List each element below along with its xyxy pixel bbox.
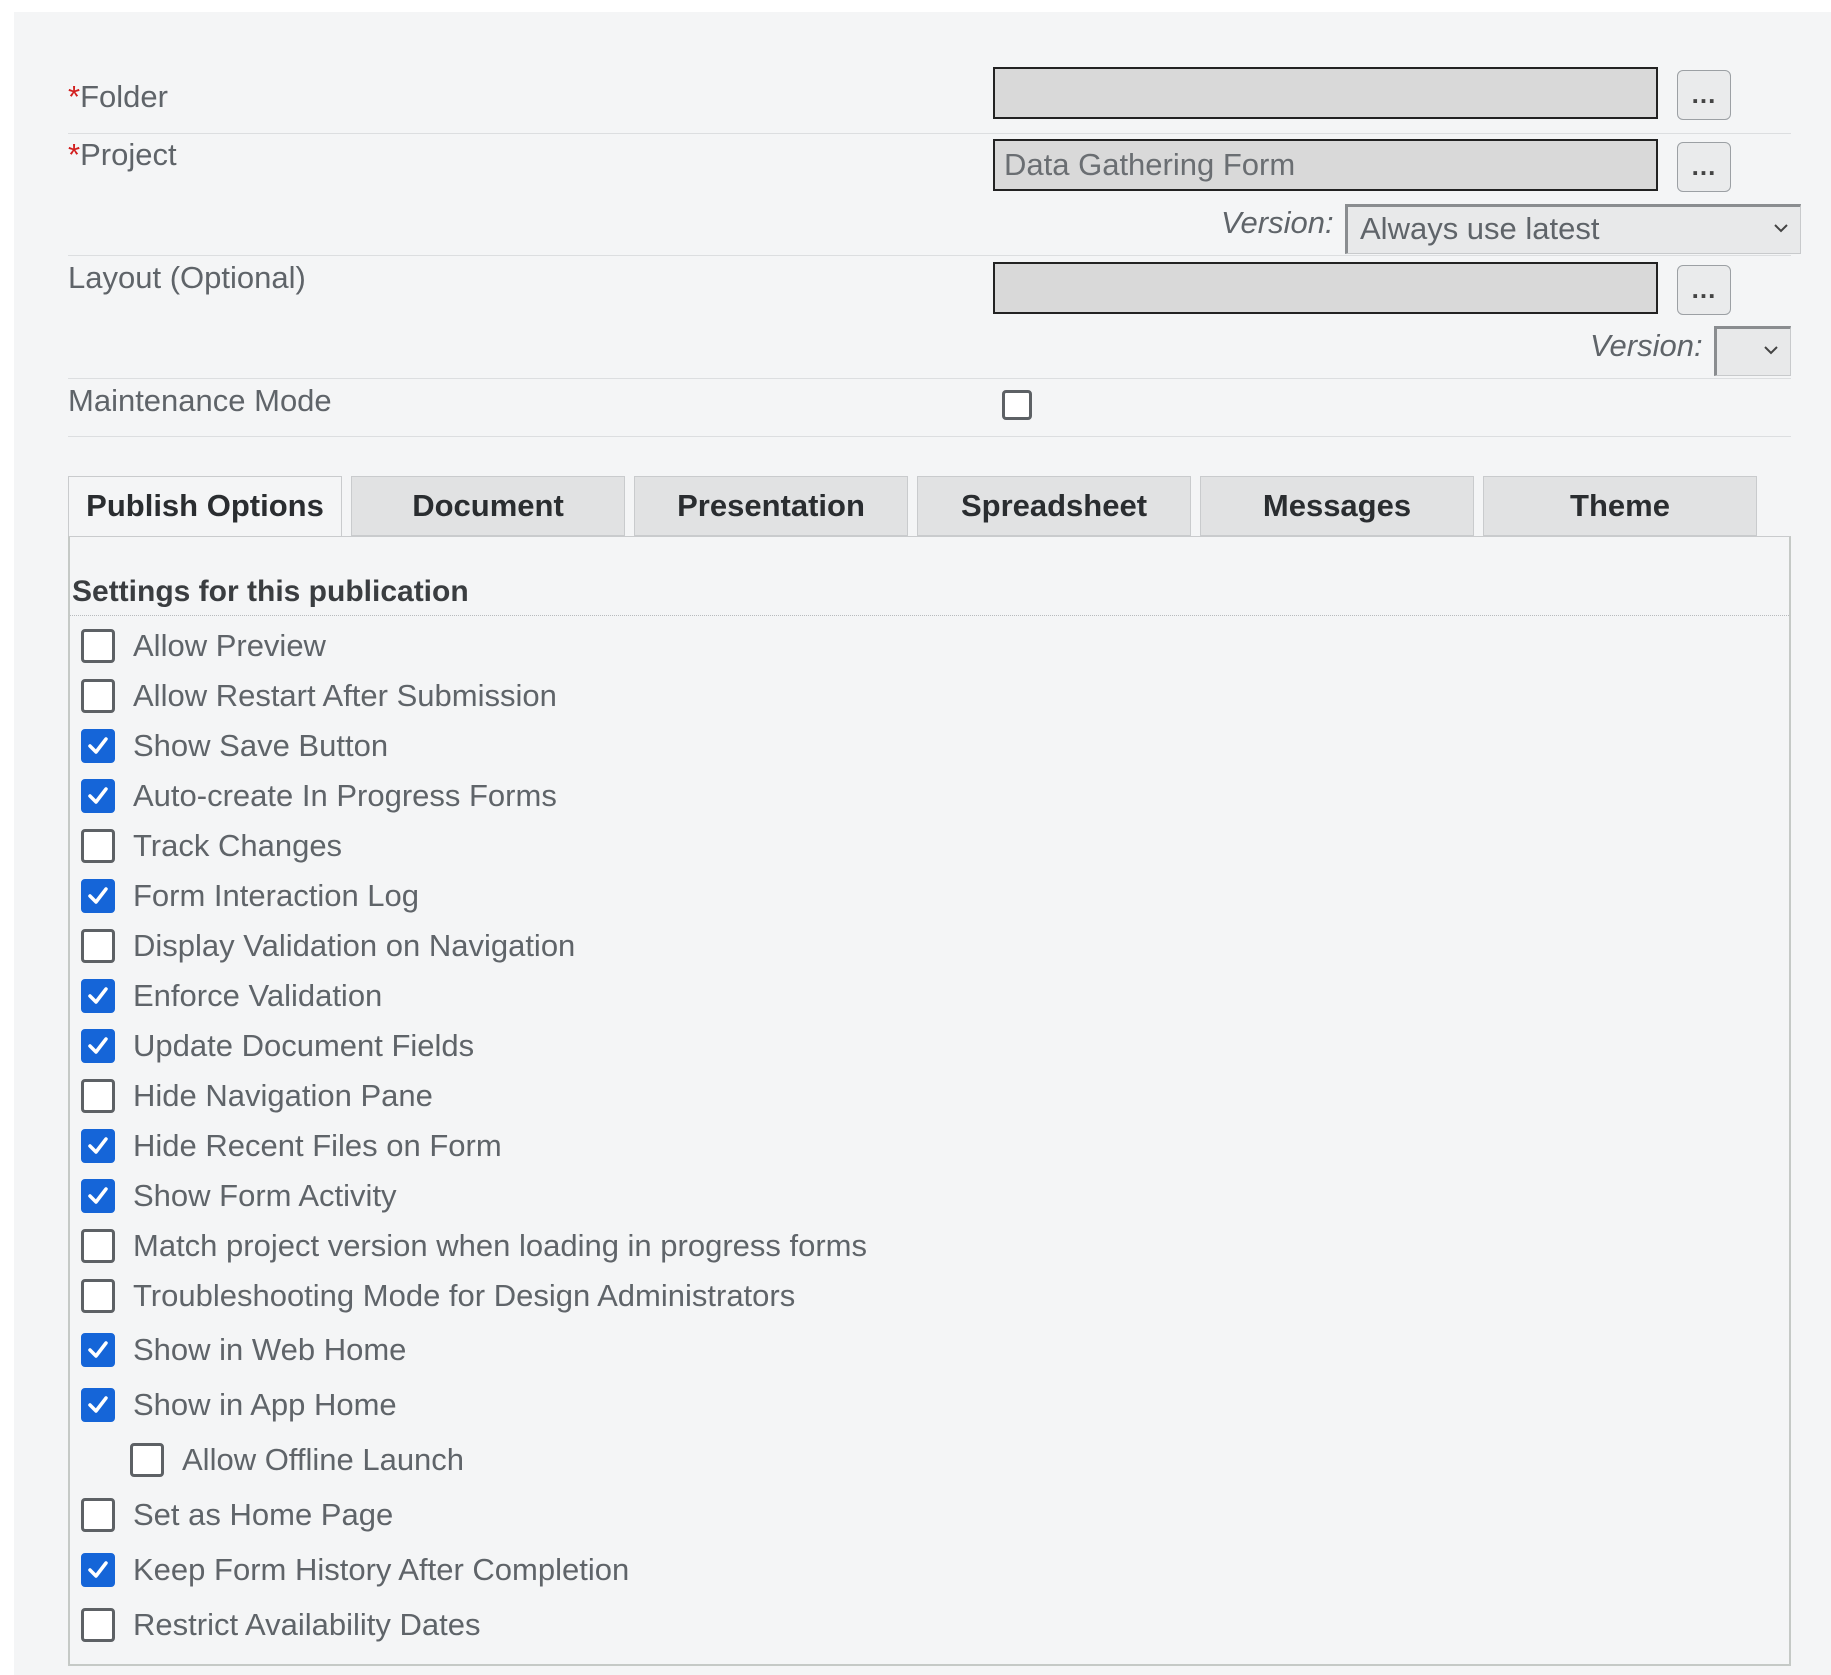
option-checkbox[interactable] xyxy=(81,979,115,1013)
option-label: Show in Web Home xyxy=(133,1332,407,1367)
option-checkbox[interactable] xyxy=(130,1443,164,1477)
option-checkbox[interactable] xyxy=(81,1179,115,1213)
layout-label: Layout (Optional) xyxy=(68,260,306,295)
option-checkbox[interactable] xyxy=(81,1388,115,1422)
option-checkbox[interactable] xyxy=(81,879,115,913)
chevron-down-icon xyxy=(1774,224,1788,233)
row-divider xyxy=(68,255,1791,256)
maintenance-mode-label: Maintenance Mode xyxy=(68,383,332,418)
option-checkbox[interactable] xyxy=(81,1129,115,1163)
tab-document[interactable]: Document xyxy=(351,476,625,536)
row-divider xyxy=(68,436,1791,437)
panel-title: Settings for this publication xyxy=(72,575,469,608)
tab-theme[interactable]: Theme xyxy=(1483,476,1757,536)
option-checkbox[interactable] xyxy=(81,1029,115,1063)
checkmark-icon xyxy=(88,1396,108,1413)
chevron-down-icon xyxy=(1764,346,1778,355)
publish-settings-page: *Folder ... *Project Data Gathering Form… xyxy=(14,12,1831,1675)
option-label: Enforce Validation xyxy=(133,978,383,1013)
option-label: Show Save Button xyxy=(133,728,389,763)
project-label: *Project xyxy=(68,137,177,172)
option-label: Track Changes xyxy=(133,828,343,863)
option-label: Troubleshooting Mode for Design Administ… xyxy=(133,1278,796,1313)
layout-field[interactable] xyxy=(993,262,1658,314)
option-label: Show Form Activity xyxy=(133,1178,397,1213)
option-checkbox[interactable] xyxy=(81,1498,115,1532)
option-checkbox[interactable] xyxy=(81,1608,115,1642)
panel-divider xyxy=(70,615,1789,616)
tab-presentation[interactable]: Presentation xyxy=(634,476,908,536)
option-label: Set as Home Page xyxy=(133,1497,394,1532)
option-label: Hide Recent Files on Form xyxy=(133,1128,502,1163)
required-marker: * xyxy=(68,79,81,114)
option-checkbox[interactable] xyxy=(81,1079,115,1113)
project-browse-button[interactable]: ... xyxy=(1677,142,1731,192)
row-divider xyxy=(68,378,1791,379)
layout-browse-button[interactable]: ... xyxy=(1677,265,1731,315)
project-field[interactable]: Data Gathering Form xyxy=(993,139,1658,191)
option-checkbox[interactable] xyxy=(81,1553,115,1587)
option-checkbox[interactable] xyxy=(81,729,115,763)
checkmark-icon xyxy=(88,1037,108,1054)
row-divider xyxy=(68,133,1791,134)
option-label: Update Document Fields xyxy=(133,1028,475,1063)
checkmark-icon xyxy=(88,737,108,754)
tab-spreadsheet[interactable]: Spreadsheet xyxy=(917,476,1191,536)
option-label: Allow Restart After Submission xyxy=(133,678,557,713)
option-checkbox[interactable] xyxy=(81,779,115,813)
required-marker: * xyxy=(68,137,81,172)
option-label: Allow Preview xyxy=(133,628,326,663)
maintenance-mode-checkbox[interactable] xyxy=(1002,390,1032,420)
option-checkbox[interactable] xyxy=(81,1333,115,1367)
option-checkbox[interactable] xyxy=(81,929,115,963)
folder-field[interactable] xyxy=(993,67,1658,119)
project-version-select[interactable]: Always use latest xyxy=(1345,204,1801,254)
option-label: Match project version when loading in pr… xyxy=(133,1228,868,1263)
option-checkbox[interactable] xyxy=(81,679,115,713)
layout-version-select[interactable] xyxy=(1714,326,1791,376)
option-label: Auto-create In Progress Forms xyxy=(133,778,557,813)
publish-options-panel: Settings for this publication Allow Prev… xyxy=(68,536,1791,1666)
option-label: Form Interaction Log xyxy=(133,878,420,913)
checkmark-icon xyxy=(88,787,108,804)
checkmark-icon xyxy=(88,1137,108,1154)
checkmark-icon xyxy=(88,1561,108,1578)
option-label: Allow Offline Launch xyxy=(182,1442,465,1477)
project-version-value: Always use latest xyxy=(1360,211,1600,246)
checkmark-icon xyxy=(88,1187,108,1204)
option-checkbox[interactable] xyxy=(81,1229,115,1263)
option-label: Keep Form History After Completion xyxy=(133,1552,630,1587)
tab-messages[interactable]: Messages xyxy=(1200,476,1474,536)
option-label: Restrict Availability Dates xyxy=(133,1607,481,1642)
option-checkbox[interactable] xyxy=(81,829,115,863)
folder-browse-button[interactable]: ... xyxy=(1677,70,1731,120)
project-version-label: Version: xyxy=(1221,205,1334,240)
checkmark-icon xyxy=(88,887,108,904)
option-label: Hide Navigation Pane xyxy=(133,1078,433,1113)
layout-version-label: Version: xyxy=(1590,328,1703,363)
option-checkbox[interactable] xyxy=(81,629,115,663)
option-label: Display Validation on Navigation xyxy=(133,928,576,963)
folder-label: *Folder xyxy=(68,79,168,114)
checkmark-icon xyxy=(88,1341,108,1358)
tab-publish-options[interactable]: Publish Options xyxy=(68,476,342,538)
checkmark-icon xyxy=(88,987,108,1004)
option-checkbox[interactable] xyxy=(81,1279,115,1313)
option-label: Show in App Home xyxy=(133,1387,397,1422)
